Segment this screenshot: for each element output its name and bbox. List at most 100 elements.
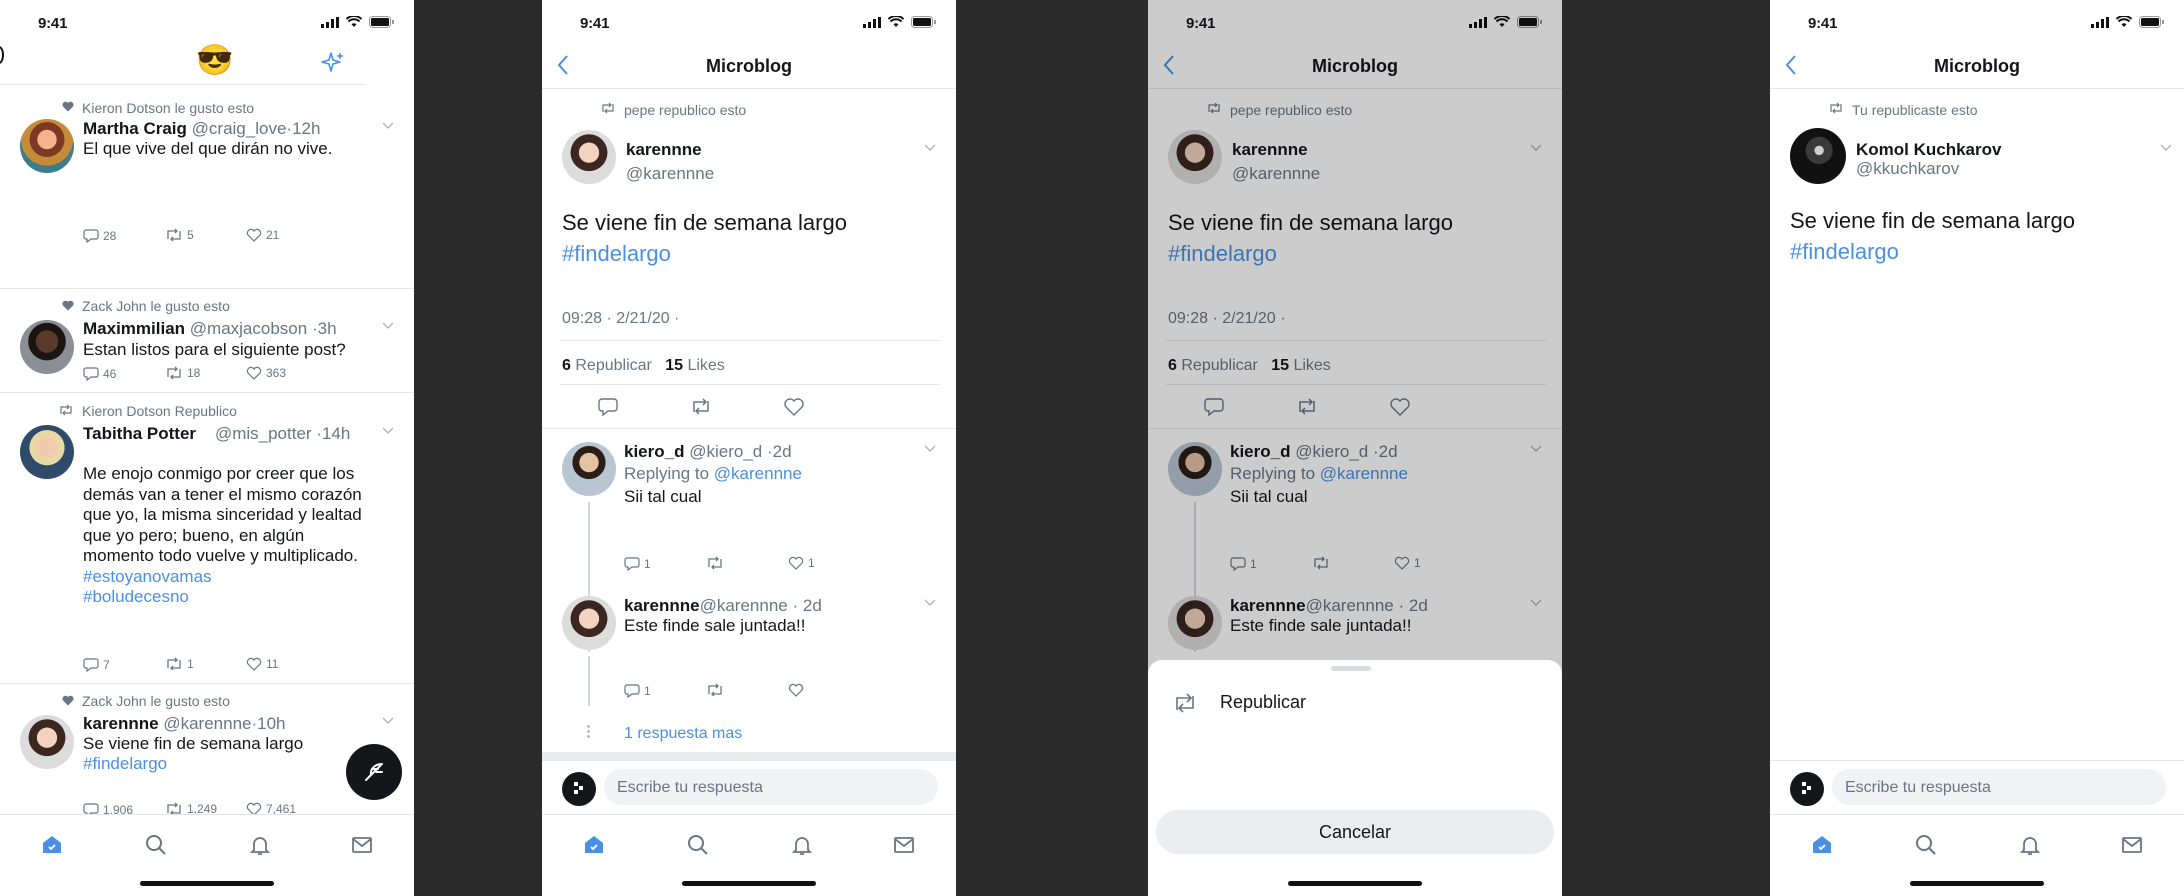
reply-author[interactable]: kiero_d: [624, 442, 684, 461]
like-button[interactable]: 11: [246, 657, 278, 671]
mention-link[interactable]: @karennne: [714, 464, 802, 483]
home-icon[interactable]: [582, 833, 606, 857]
mail-icon[interactable]: [2120, 833, 2144, 857]
tweet-author[interactable]: Komol Kuchkarov: [1856, 140, 2001, 160]
like-button[interactable]: 363: [246, 366, 286, 380]
chevron-down-icon[interactable]: [924, 445, 936, 453]
bell-icon[interactable]: [248, 833, 272, 857]
avatar[interactable]: [20, 715, 74, 769]
retweet-sheet-screen: 9:41 Microblog pepe republico esto karen…: [1148, 0, 1562, 896]
retweet-button[interactable]: 18: [165, 366, 200, 380]
reply-text: Sii tal cual: [624, 487, 702, 506]
hashtag-link[interactable]: #findelargo: [1790, 239, 1899, 265]
chevron-down-icon[interactable]: [382, 122, 394, 130]
hashtag-link[interactable]: #findelargo: [562, 241, 671, 267]
like-button[interactable]: 1: [788, 556, 815, 570]
search-icon[interactable]: [686, 833, 710, 857]
cancel-button[interactable]: Cancelar: [1156, 810, 1554, 854]
heart-icon[interactable]: [784, 398, 804, 416]
avatar[interactable]: [1790, 128, 1846, 184]
tweet-author[interactable]: karennne: [83, 714, 159, 733]
reply-icon[interactable]: [598, 397, 618, 416]
reply-button[interactable]: 7: [83, 657, 110, 672]
own-retweet-screen: 9:41 Microblog Tu republicaste esto Komo…: [1770, 0, 2184, 896]
mail-icon[interactable]: [892, 833, 916, 857]
like-button[interactable]: [788, 683, 804, 697]
home-icon[interactable]: [40, 833, 64, 857]
search-icon[interactable]: [144, 833, 168, 857]
hashtag-link[interactable]: #boludecesno: [83, 587, 362, 608]
tweet-author[interactable]: Martha Craig: [83, 119, 187, 138]
status-icons: [2091, 16, 2164, 28]
section-separator: [542, 752, 956, 760]
avatar[interactable]: [562, 596, 616, 650]
avatar[interactable]: [562, 442, 616, 496]
reply-button[interactable]: 28: [83, 228, 116, 243]
avatar[interactable]: [1790, 772, 1824, 806]
reply-time: · 2d: [792, 596, 822, 615]
reply-button[interactable]: 1: [624, 683, 651, 698]
hashtag-link[interactable]: #findelargo: [83, 754, 167, 774]
heart-icon: [62, 300, 74, 311]
avatar[interactable]: [20, 425, 74, 479]
tab-bar: [1770, 814, 2184, 896]
retweet-icon: [708, 683, 722, 697]
chevron-down-icon[interactable]: [924, 144, 936, 152]
reply-icon: [83, 367, 99, 381]
avatar[interactable]: [562, 130, 616, 184]
status-time: 9:41: [38, 15, 68, 32]
reply-input[interactable]: Escribe tu respuesta: [1832, 769, 2166, 805]
like-count: 11: [266, 657, 279, 671]
home-icon[interactable]: [1810, 833, 1834, 857]
compose-icon: [365, 763, 383, 781]
thread-dots: [587, 724, 590, 738]
search-icon[interactable]: [1914, 833, 1938, 857]
reply-button[interactable]: 1: [624, 556, 651, 571]
reply-input[interactable]: Escribe tu respuesta: [604, 769, 938, 805]
tweet-author[interactable]: karennne: [626, 140, 702, 160]
heart-icon: [246, 657, 262, 671]
bell-icon[interactable]: [790, 833, 814, 857]
tweet-handle: @craig_love: [191, 119, 287, 138]
reply-icon: [83, 229, 99, 243]
retweet-option[interactable]: Republicar: [1172, 692, 1306, 713]
retweet-button[interactable]: [706, 683, 724, 697]
chevron-down-icon[interactable]: [2160, 144, 2172, 152]
hashtag-link[interactable]: #estoyanovamas: [83, 567, 362, 588]
tweet-handle: @kkuchkarov: [1856, 159, 1960, 178]
tweet-author[interactable]: Tabitha Potter: [83, 424, 196, 443]
retweet-button[interactable]: [706, 556, 724, 570]
retweet-button[interactable]: 1: [165, 657, 194, 671]
retweet-button[interactable]: 5: [165, 228, 194, 242]
mail-icon[interactable]: [350, 833, 374, 857]
more-replies-link[interactable]: 1 respuesta mas: [624, 725, 742, 743]
reply-button[interactable]: 46: [83, 366, 116, 381]
retweet-count: 1: [187, 657, 194, 671]
like-button[interactable]: 21: [246, 228, 279, 242]
avatar[interactable]: [20, 320, 74, 374]
reply-author[interactable]: karennne: [624, 596, 700, 615]
compose-button[interactable]: [346, 744, 402, 800]
bell-icon[interactable]: [2018, 833, 2042, 857]
retweet-icon[interactable]: [690, 398, 712, 415]
partial-avatar[interactable]: [0, 46, 4, 64]
reply-time: ·2d: [766, 442, 792, 461]
thread-line: [588, 656, 590, 706]
tweet-handle: @karennne: [626, 164, 715, 183]
tweet-author[interactable]: Maximmilian: [83, 319, 185, 338]
sheet-grabber[interactable]: [1331, 666, 1371, 671]
sparkle-icon[interactable]: [320, 50, 346, 76]
retweet-count: 5: [187, 228, 194, 242]
avatar[interactable]: [20, 119, 74, 173]
chevron-down-icon[interactable]: [382, 322, 394, 330]
tweet-text: Se viene fin de semana largo: [83, 734, 304, 753]
retweet-total: 6: [562, 357, 571, 374]
reply-text: Este finde sale juntada!!: [624, 616, 806, 635]
avatar[interactable]: [562, 772, 596, 806]
chevron-down-icon[interactable]: [382, 717, 394, 725]
chevron-down-icon[interactable]: [382, 427, 394, 435]
retweet-stats[interactable]: 6 Republicar 15 Likes: [562, 357, 725, 375]
like-count: 1: [808, 556, 815, 570]
action-sheet: Republicar Cancelar: [1148, 660, 1562, 896]
chevron-down-icon[interactable]: [924, 599, 936, 607]
